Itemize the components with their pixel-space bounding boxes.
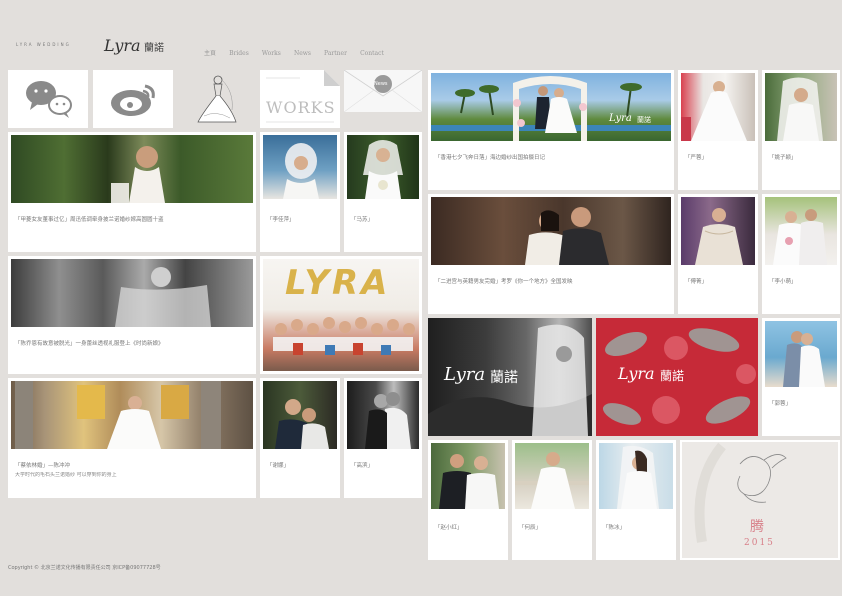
news-card[interactable]: 「甲菱女友董事过亿」周迅低调牵身披兰诺婚纱嫁高圆圆十盗 xyxy=(8,132,256,252)
news-card-caption: 「李佳萍」 xyxy=(267,217,295,223)
news-card-photo xyxy=(765,73,837,141)
photo-overlay-logo: Lyra xyxy=(609,113,632,124)
news-card-caption: 「陈乔恩有故意被脱光」一身蕾丝透视礼服登上《时尚新娘》 xyxy=(15,341,164,347)
news-card-caption: 「李小萌」 xyxy=(769,279,797,285)
news-card[interactable]: Lyra 蘭諾 「香港七夕飞奔日落」海边婚纱出国拍摄日记 xyxy=(428,70,674,190)
news-card[interactable]: 「姚子颖」 xyxy=(762,70,840,190)
news-card[interactable]: 「陈冰」 xyxy=(596,440,676,560)
bride-sketch-tile[interactable] xyxy=(178,70,256,128)
nav-news[interactable]: News xyxy=(294,50,311,57)
news-card[interactable]: 「郭蓉」 xyxy=(762,318,840,436)
news-seal-label: News xyxy=(374,81,388,87)
news-card-photo xyxy=(599,443,673,509)
weibo-icon xyxy=(111,84,155,116)
news-card-caption: 「谢娜」 xyxy=(267,463,290,469)
news-card-photo xyxy=(263,381,337,449)
news-card-photo xyxy=(681,197,755,265)
nav-home[interactable]: 主頁 xyxy=(204,48,216,57)
news-card-caption: 「何辰」 xyxy=(519,525,542,531)
works-tile[interactable]: WORKS xyxy=(260,70,340,128)
wechat-icon xyxy=(26,81,72,118)
news-tile[interactable]: News xyxy=(344,70,422,112)
nav-partner[interactable]: Partner xyxy=(324,50,347,57)
news-card-photo xyxy=(765,321,837,387)
news-card-caption: 「陈冰」 xyxy=(603,525,626,531)
news-card[interactable]: 「李佳萍」 xyxy=(260,132,340,252)
logo-chinese-text: 蘭諾 xyxy=(144,43,164,54)
news-card[interactable]: 「陈乔恩有故意被脱光」一身蕾丝透视礼服登上《时尚新娘》 xyxy=(8,256,256,374)
news-card-caption: 「甲菱女友董事过亿」周迅低调牵身披兰诺婚纱嫁高圆圆十盗 xyxy=(15,217,164,223)
news-card-photo xyxy=(11,135,253,203)
news-card-photo xyxy=(347,135,419,199)
news-card-subcaption: 大学时代的毛石头兰诺婚纱 可以穿到你的身上 xyxy=(15,472,117,478)
news-card-photo xyxy=(515,443,589,509)
works-tile-label: WORKS xyxy=(266,98,336,117)
news-card[interactable]: 「傅菁」 xyxy=(678,194,758,314)
banner-logo-script: Lyra xyxy=(618,364,655,383)
news-card-photo xyxy=(681,73,755,141)
news-card[interactable]: 「高滨」 xyxy=(344,378,422,498)
bride-sketch-icon xyxy=(197,75,237,123)
news-card-photo xyxy=(431,443,505,509)
nav-contact[interactable]: Contact xyxy=(360,50,384,57)
news-card-caption: 「香港七夕飞奔日落」海边婚纱出国拍摄日记 xyxy=(435,155,546,161)
news-card[interactable]: 「李小萌」 xyxy=(762,194,840,314)
main-nav: 主頁 Brides Works News Partner Contact xyxy=(204,40,404,59)
photo-overlay-cn: 蘭諾 xyxy=(637,116,651,124)
nav-brides[interactable]: Brides xyxy=(229,50,249,57)
weibo-tile[interactable] xyxy=(93,70,173,128)
lyra-group-photo: LYRA xyxy=(263,259,419,371)
news-card-caption: 「傅菁」 xyxy=(685,279,708,285)
news-card[interactable]: 「何辰」 xyxy=(512,440,592,560)
news-card-caption: 「郭蓉」 xyxy=(769,401,792,407)
news-card[interactable]: 「二进宫与英籍男友完婚」考罗《你一个地方》全国发映 xyxy=(428,194,674,314)
news-card[interactable]: 「蔡依林婚」—陈冲冲 大学时代的毛石头兰诺婚纱 可以穿到你的身上 xyxy=(8,378,256,498)
news-card-caption: 「二进宫与英籍男友完婚」考罗《你一个地方》全国发映 xyxy=(435,279,573,285)
news-card-caption: 「高滨」 xyxy=(351,463,374,469)
promo-2015-tile[interactable]: 腾 2015 xyxy=(680,440,840,560)
news-card-photo xyxy=(431,197,671,265)
news-card-photo: Lyra 蘭諾 xyxy=(431,73,671,141)
lyra-group-card[interactable]: LYRA xyxy=(260,256,422,374)
nav-works[interactable]: Works xyxy=(262,50,281,57)
promo-character: 腾 xyxy=(750,519,764,535)
brand-banner-red[interactable]: Lyra 蘭諾 xyxy=(596,318,758,436)
news-card[interactable]: 「赵小红」 xyxy=(428,440,508,560)
news-card-caption: 「姚子颖」 xyxy=(769,155,797,161)
wechat-tile[interactable] xyxy=(8,70,88,128)
banner-logo-script: Lyra xyxy=(444,364,486,385)
envelope-icon xyxy=(344,70,422,112)
news-card-photo xyxy=(263,135,337,199)
news-card[interactable]: 「严蓉」 xyxy=(678,70,758,190)
news-card-caption: 「严蓉」 xyxy=(685,155,708,161)
promo-year: 2015 xyxy=(744,538,775,548)
brand-banner-bw[interactable]: Lyra 蘭諾 xyxy=(428,318,592,436)
logo-script-text: Lyra xyxy=(104,36,141,55)
news-card-photo xyxy=(11,259,253,327)
banner-logo-cn: 蘭諾 xyxy=(490,370,518,386)
news-card[interactable]: 「马苏」 xyxy=(344,132,422,252)
logo-caps-text: LYRA WEDDING xyxy=(16,42,71,47)
news-card[interactable]: 「谢娜」 xyxy=(260,378,340,498)
site-logo[interactable]: LYRA WEDDING Lyra 蘭諾 xyxy=(16,36,166,56)
news-card-caption: 「马苏」 xyxy=(351,217,374,223)
news-card-photo xyxy=(11,381,253,449)
news-card-caption: 「蔡依林婚」—陈冲冲 xyxy=(15,463,71,469)
news-card-photo xyxy=(765,197,837,265)
news-card-photo xyxy=(347,381,419,449)
banner-logo-cn: 蘭諾 xyxy=(660,369,685,383)
footer-copyright: Copyright © 北京兰诺文化传播有限责任公司 京ICP备09077728… xyxy=(8,565,161,571)
news-card-caption: 「赵小红」 xyxy=(435,525,463,531)
